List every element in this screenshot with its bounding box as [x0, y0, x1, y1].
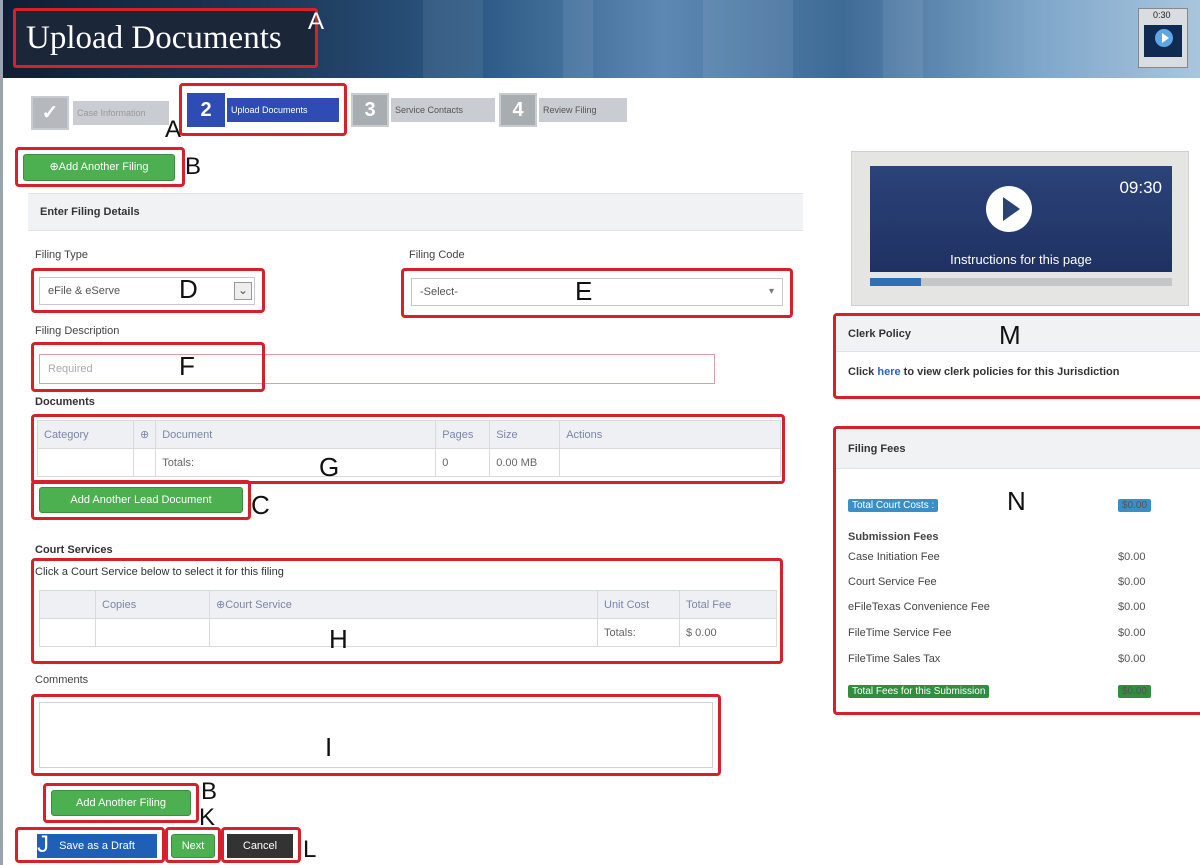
cancel-button[interactable]: Cancel — [227, 834, 293, 858]
filing-fees-title: Filing Fees — [836, 429, 1200, 469]
annotation-marker-next: K — [199, 804, 216, 831]
documents-totals-size: 0.00 MB — [489, 448, 561, 477]
video-time: 09:30 — [1119, 178, 1162, 197]
video-thumbnail-time: 0:30 — [1153, 10, 1171, 20]
instruction-video-player[interactable]: 09:30 Instructions for this page — [851, 151, 1189, 306]
page-title: Upload Documents — [13, 8, 318, 68]
annotation-marker-filing-type: D — [179, 274, 198, 304]
step-3-number[interactable]: 3 — [351, 93, 389, 127]
table-row: Totals: $ 0.00 — [39, 618, 777, 647]
documents-totals-label: Totals: — [155, 448, 437, 477]
add-lead-document-button[interactable]: Add Another Lead Document — [39, 487, 243, 513]
step-4-number[interactable]: 4 — [499, 93, 537, 127]
table-row: Totals: 0 0.00 MB — [37, 448, 781, 477]
total-court-costs-value: $0.00 — [1118, 499, 1152, 512]
annotation-marker-court-services: H — [329, 624, 348, 654]
video-progress-fill — [870, 278, 922, 286]
comments-textarea[interactable] — [39, 702, 713, 768]
filing-type-label: Filing Type — [35, 249, 88, 261]
save-draft-button[interactable]: Save as a Draft — [37, 834, 157, 858]
list-item: Court Service Fee $0.00 — [848, 576, 1146, 588]
list-item: Case Initiation Fee $0.00 — [848, 551, 1146, 563]
filing-code-label: Filing Code — [409, 249, 465, 261]
annotation-marker-add-filing-top: B — [185, 153, 202, 180]
documents-table: Category ⊕ Document Pages Size Actions T… — [37, 420, 781, 477]
step-3-label[interactable]: Service Contacts — [391, 98, 495, 122]
total-fees-row: Total Fees for this Submission $0.00 — [848, 685, 1168, 698]
description-highlight — [31, 342, 265, 392]
documents-col-actions: Actions — [559, 420, 781, 449]
court-services-col-unit-cost[interactable]: Unit Cost — [597, 590, 680, 619]
submission-fees-title: Submission Fees — [848, 531, 939, 543]
add-another-filing-bottom-button[interactable]: Add Another Filing — [51, 790, 191, 816]
annotation-marker-add-filing-bottom: B — [201, 778, 218, 805]
annotation-marker-comments: I — [325, 732, 333, 762]
filing-code-select[interactable]: -Select- ▾ — [411, 278, 783, 306]
court-services-table: Copies ⊕Court Service Unit Cost Total Fe… — [39, 590, 777, 647]
annotation-marker-save-draft: J — [37, 831, 49, 858]
play-icon — [1155, 29, 1173, 47]
filing-type-value: eFile & eServe — [48, 285, 121, 297]
annotation-marker-clerk-policy: M — [999, 320, 1021, 350]
annotation-marker-documents: G — [319, 452, 340, 482]
play-icon[interactable] — [986, 186, 1032, 232]
caret-down-icon: ▾ — [768, 286, 774, 297]
add-another-filing-button[interactable]: ⊕Add Another Filing — [23, 154, 175, 181]
court-services-col-total-fee[interactable]: Total Fee — [679, 590, 777, 619]
list-item: FileTime Sales Tax $0.00 — [848, 653, 1146, 665]
page: Upload Documents A 0:30 ✓ Case Informati… — [0, 0, 1200, 865]
documents-col-size[interactable]: Size — [489, 420, 561, 449]
annotation-marker-cancel: L — [303, 836, 317, 863]
list-item: FileTime Service Fee $0.00 — [848, 627, 1146, 639]
court-services-header-row: Copies ⊕Court Service Unit Cost Total Fe… — [39, 590, 777, 619]
court-services-col-copies[interactable]: Copies — [95, 590, 210, 619]
clerk-policy-link[interactable]: here — [877, 366, 900, 378]
court-services-col-service[interactable]: ⊕Court Service — [209, 590, 598, 619]
documents-title: Documents — [35, 396, 95, 408]
court-services-title: Court Services — [35, 544, 113, 556]
annotation-marker-filing-code: E — [575, 276, 593, 306]
expand-icon[interactable]: ⊕ — [132, 420, 157, 449]
documents-col-pages[interactable]: Pages — [435, 420, 491, 449]
list-item: eFileTexas Convenience Fee $0.00 — [848, 601, 1146, 613]
filing-code-value: -Select- — [420, 286, 458, 298]
documents-totals-pages: 0 — [435, 448, 491, 477]
annotation-marker-filing-fees: N — [1007, 486, 1026, 516]
court-services-totals-fee: $ 0.00 — [679, 618, 777, 647]
step-2-number[interactable]: 2 — [187, 93, 225, 127]
documents-header-row: Category ⊕ Document Pages Size Actions — [37, 420, 781, 449]
comments-title: Comments — [35, 674, 89, 686]
next-button[interactable]: Next — [171, 834, 215, 858]
total-fees-value: $0.00 — [1118, 685, 1152, 698]
step-1-check-icon[interactable]: ✓ — [31, 96, 69, 130]
total-fees-label: Total Fees for this Submission — [848, 685, 990, 698]
court-services-totals-label: Totals: — [597, 618, 680, 647]
header-banner: Upload Documents A 0:30 — [3, 0, 1200, 78]
step-4-label[interactable]: Review Filing — [539, 98, 627, 122]
video-progress-bar[interactable] — [870, 278, 1172, 286]
annotation-marker-add-lead-doc: C — [251, 490, 270, 520]
section-header-filing-details: Enter Filing Details — [28, 193, 803, 231]
video-thumbnail-button[interactable]: 0:30 — [1138, 8, 1188, 68]
chevron-down-icon[interactable]: ⌄ — [234, 282, 252, 300]
annotation-marker-description: F — [179, 351, 195, 381]
filing-type-select[interactable]: eFile & eServe ⌄ — [39, 277, 255, 305]
annotation-marker-title: A — [308, 8, 325, 35]
filing-fees-panel: Filing Fees Total Court Costs : $0.00 Su… — [833, 426, 1200, 715]
step-1-label[interactable]: Case Information — [73, 101, 169, 125]
annotation-marker-steps: A — [165, 116, 182, 143]
video-screen[interactable]: 09:30 Instructions for this page — [870, 166, 1172, 272]
video-caption: Instructions for this page — [950, 252, 1092, 267]
filing-description-label: Filing Description — [35, 325, 120, 337]
step-2-label[interactable]: Upload Documents — [227, 98, 339, 122]
total-court-costs-label: Total Court Costs : — [848, 499, 939, 512]
clerk-policy-text: Click here to view clerk policies for th… — [848, 366, 1120, 378]
documents-col-category[interactable]: Category — [37, 420, 134, 449]
documents-col-document[interactable]: Document — [155, 420, 437, 449]
